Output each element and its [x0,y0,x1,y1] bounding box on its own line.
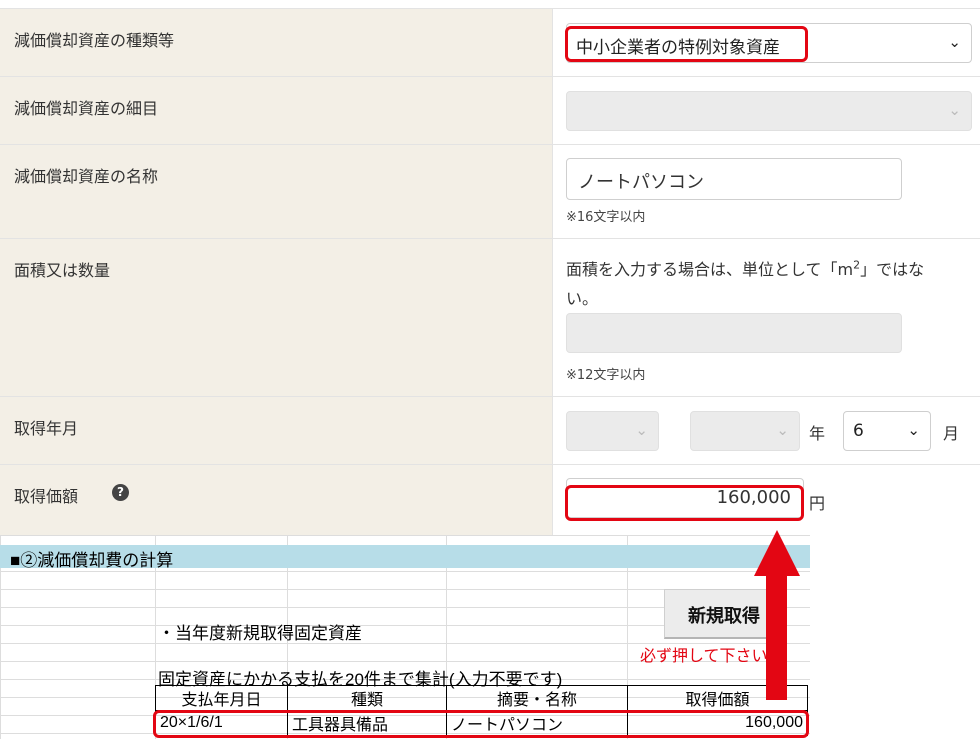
area-quantity-note: ※12文字以内 [566,368,646,383]
asset-name-input[interactable]: ノートパソコン [566,158,902,200]
form-row-asset-type: 減価償却資産の種類等 中小企業者の特例対象資産 ⌄ [0,8,980,76]
acquisition-price-label: 取得価額 [0,465,553,535]
area-instruction: 面積を入力する場合は、単位として「m2」ではな [566,258,925,279]
highlight-asset-type [565,26,808,62]
year-select[interactable]: ⌄ [690,411,800,451]
chevron-down-icon: ⌄ [776,421,789,439]
asset-type-label: 減価償却資産の種類等 [0,9,553,76]
area-quantity-label: 面積又は数量 [0,239,553,396]
table-header-row: 支払年月日 種類 摘要・名称 取得価額 [155,685,808,711]
highlight-acquisition-price [565,485,804,521]
month-select[interactable]: 6 ⌄ [843,411,931,451]
highlight-table-row [153,710,809,738]
chevron-down-icon: ⌄ [948,101,961,119]
asset-name-label: 減価償却資産の名称 [0,145,553,238]
chevron-down-icon: ⌄ [907,421,920,439]
acquisition-date-label: 取得年月 [0,397,553,464]
asset-name-note: ※16文字以内 [566,210,646,225]
header-payment-date: 支払年月日 [155,685,288,711]
form-row-acquisition-price: 取得価額 ? 160,000 円 [0,464,980,535]
asset-subcategory-label: 減価償却資産の細目 [0,77,553,144]
help-icon[interactable]: ? [112,484,129,501]
area-instruction-line2: い。 [566,289,599,308]
form-row-asset-subcategory: 減価償却資産の細目 ⌄ [0,76,980,144]
chevron-down-icon: ⌄ [948,33,961,51]
must-press-note: 必ず押して下さい [640,648,768,665]
spreadsheet-area: ■②減価償却費の計算 ・当年度新規取得固定資産 新規取得 必ず押して下さい 固定… [0,535,810,739]
chevron-down-icon: ⌄ [635,421,648,439]
month-unit: 月 [943,424,960,443]
year-unit: 年 [809,424,826,443]
era-select[interactable]: ⌄ [566,411,659,451]
new-assets-subtitle: ・当年度新規取得固定資産 [158,624,362,643]
arrow-up-icon [754,530,800,576]
section-title: ■②減価償却費の計算 [0,545,810,570]
asset-subcategory-select[interactable]: ⌄ [566,91,972,131]
area-quantity-input[interactable] [566,313,902,353]
form-row-area-quantity: 面積又は数量 面積を入力する場合は、単位として「m2」ではな い。 ※12文字以… [0,238,980,396]
form-row-asset-name: 減価償却資産の名称 ノートパソコン ※16文字以内 [0,144,980,238]
header-type: 種類 [287,685,447,711]
header-description: 摘要・名称 [446,685,628,711]
price-unit: 円 [809,494,826,513]
form-row-acquisition-date: 取得年月 ⌄ ⌄ 年 6 ⌄ 月 [0,396,980,464]
arrow-shaft [766,574,787,700]
